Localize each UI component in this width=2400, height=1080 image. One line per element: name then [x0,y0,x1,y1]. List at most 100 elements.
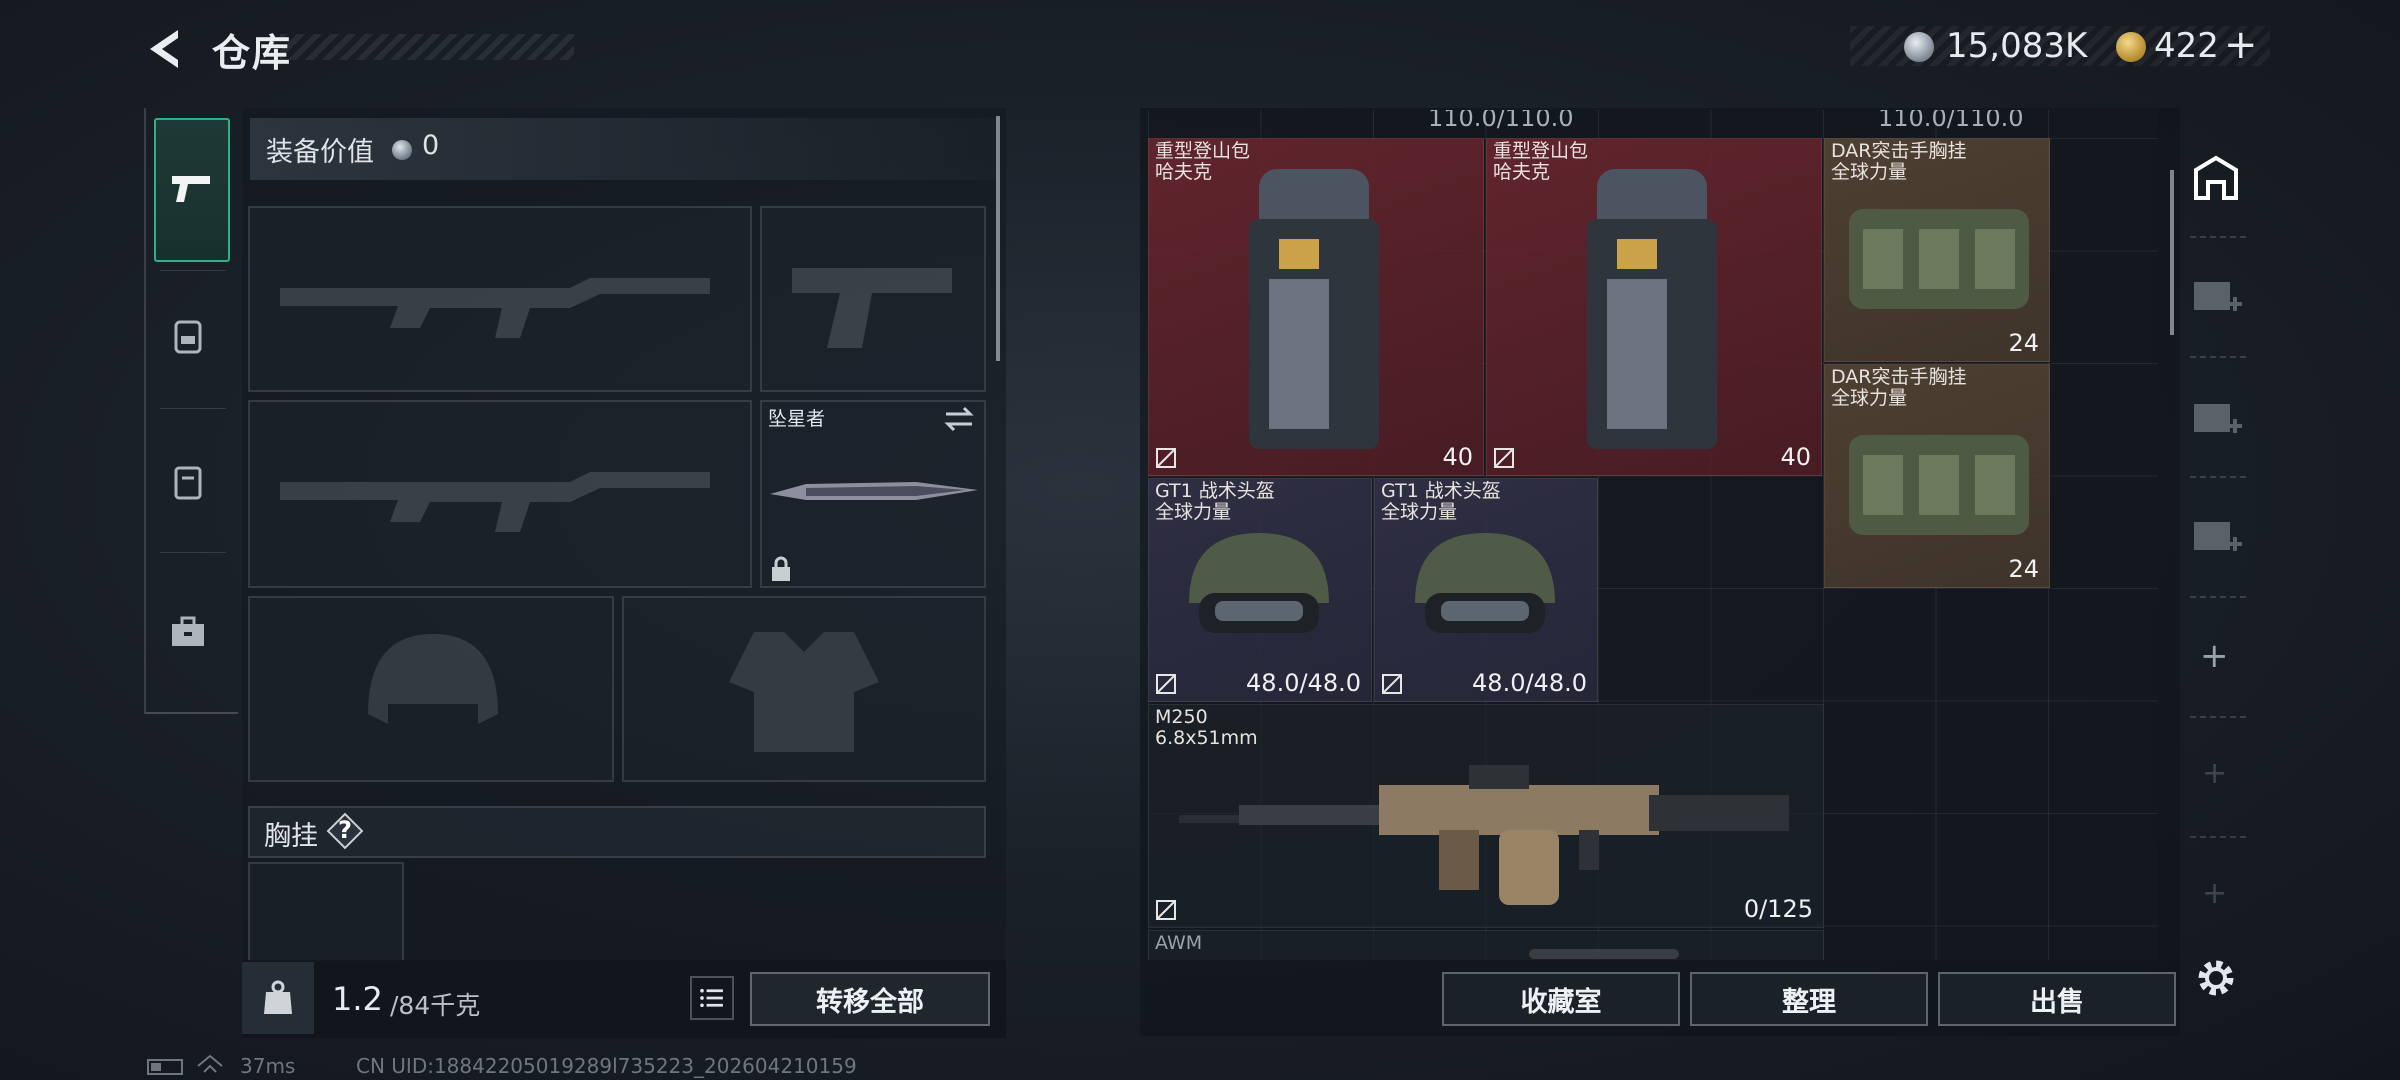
list-icon[interactable] [690,976,734,1020]
item-durability: 48.0/48.0 [1472,669,1587,697]
item-capacity: 40 [1442,443,1473,471]
melee-name: 坠星者 [768,408,826,430]
collection-room-button[interactable]: 收藏室 [1442,972,1680,1026]
token-amount: 422 [2154,26,2219,66]
ping: 37ms [240,1054,296,1078]
transfer-all-button[interactable]: 转移全部 [750,972,990,1026]
helmet-image [1415,533,1555,633]
secondary-weapon-slot[interactable] [248,400,752,588]
item-brand: 全球力量 [1381,501,1458,523]
sidebar-divider [2190,236,2246,239]
kg-weight-icon [264,980,292,1014]
toolbox-icon[interactable] [166,610,210,654]
sidebar-divider [2190,596,2246,599]
storage-item[interactable]: GT1 战术头盔 全球力量 48.0/48.0 [1148,478,1372,702]
value-coin-icon [392,140,412,160]
item-capacity: 24 [2008,555,2039,583]
knife-image [770,482,978,500]
backpack-icon[interactable] [166,314,210,358]
item-brand: 哈夫克 [1493,161,1551,183]
primary-weapon-slot[interactable] [248,206,752,392]
equipment-value: 0 [422,130,440,161]
rifle-silhouette-icon [280,472,710,532]
helmet-silhouette-icon [368,634,498,724]
rifle-silhouette-icon [280,278,710,338]
helmet-image [1189,533,1329,633]
add-container-icon[interactable] [2188,510,2244,560]
item-name: DAR突击手胸挂 [1831,140,1967,162]
storage-grid[interactable]: 110.0/110.0 110.0/110.0 重型登山包 哈夫克 40 重型登… [1148,110,2158,960]
backpack-image [1249,169,1379,449]
storage-item[interactable]: 重型登山包 哈夫克 40 [1148,138,1484,476]
tab-divider [160,270,226,271]
pistol-icon [172,176,210,202]
item-ammo: 0/125 [1743,895,1813,923]
chest-rig-label: 胸挂 [264,821,318,852]
sidebar-add-button[interactable]: + [2200,636,2229,676]
sidebar-add-button: + [2202,876,2228,911]
storage-item[interactable]: DAR突击手胸挂 全球力量 24 [1824,138,2050,362]
sell-button[interactable]: 出售 [1938,972,2176,1026]
storage-item[interactable]: M250 6.8x51mm 0/125 [1148,704,1824,928]
gold-coin-icon [2116,32,2146,62]
cut-item-durability: 110.0/110.0 [1428,110,1574,132]
storage-item[interactable]: 重型登山包 哈夫克 40 [1486,138,1822,476]
sort-button[interactable]: 整理 [1690,972,1928,1026]
item-name: M250 [1155,706,1208,728]
rifle-scope-image [1529,949,1679,959]
armor-slot[interactable] [622,596,986,782]
item-capacity: 40 [1780,443,1811,471]
helmet-slot[interactable] [248,596,614,782]
no-insure-icon [1156,674,1176,694]
item-name: DAR突击手胸挂 [1831,366,1967,388]
tab-divider [160,408,226,409]
sidebar-divider [2190,356,2246,359]
cut-item-durability: 110.0/110.0 [1878,110,2024,132]
machine-gun-image [1179,765,1789,905]
storage-item[interactable]: GT1 战术头盔 全球力量 48.0/48.0 [1374,478,1598,702]
tab-divider [160,552,226,553]
back-icon[interactable] [140,24,190,74]
add-container-icon[interactable] [2188,270,2244,320]
storage-item[interactable]: DAR突击手胸挂 全球力量 24 [1824,364,2050,588]
storage-scrollbar[interactable] [2170,170,2174,335]
no-insure-icon [1156,900,1176,920]
warehouse-icon[interactable] [2192,154,2240,202]
sidebar-add-button: + [2202,756,2228,791]
item-capacity: 24 [2008,329,2039,357]
item-brand: 哈夫克 [1155,161,1213,183]
no-insure-icon [1382,674,1402,694]
title-decoration [280,34,574,60]
equipment-value-label: 装备价值 [266,137,374,168]
chest-rig-image [1849,435,2029,535]
battery-wifi-icon [147,1054,223,1075]
chest-rig-image [1849,209,2029,309]
swap-icon[interactable] [942,404,976,434]
user-uid: CN UID:18842205019289l735223_20260421015… [356,1054,857,1078]
sidebar-divider [2190,716,2246,719]
tab-weapons[interactable] [154,118,230,262]
add-currency-button[interactable]: + [2224,22,2258,68]
weight-max: /84千克 [390,991,481,1020]
loadout-scrollbar[interactable] [996,116,1000,361]
pistol-slot[interactable] [760,206,986,392]
help-icon-text: ? [338,816,352,844]
item-brand: 全球力量 [1831,387,1908,409]
item-name: GT1 战术头盔 [1155,480,1275,502]
item-name: 重型登山包 [1493,140,1589,162]
storage-item[interactable]: AWM [1148,930,1824,960]
money-amount: 15,083K [1946,26,2088,66]
cut-row: 110.0/110.0 110.0/110.0 [1148,110,2158,136]
add-container-icon[interactable] [2188,392,2244,442]
sidebar-divider [2190,836,2246,839]
silver-coin-icon [1904,32,1934,62]
gear-icon[interactable] [2192,954,2240,1002]
lock-icon [772,556,790,581]
page-title: 仓库 [212,31,293,75]
item-name: GT1 战术头盔 [1381,480,1501,502]
item-brand: 全球力量 [1155,501,1232,523]
backpack-image [1587,169,1717,449]
case-icon[interactable] [166,460,210,504]
weight-current: 1.2 [332,980,383,1018]
chest-rig-slot[interactable] [248,862,404,962]
